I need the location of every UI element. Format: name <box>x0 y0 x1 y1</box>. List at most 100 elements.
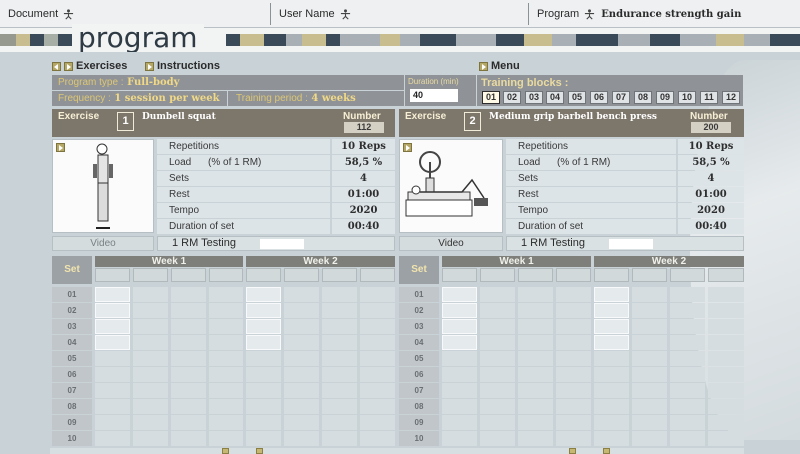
set-input-cell[interactable] <box>133 319 168 334</box>
set-input-cell[interactable] <box>708 399 744 414</box>
set-input-cell[interactable] <box>670 383 705 398</box>
set-input-cell[interactable] <box>670 303 705 318</box>
set-input-cell[interactable] <box>556 303 591 318</box>
block-button[interactable]: 06 <box>590 91 608 104</box>
set-input-cell[interactable] <box>442 303 477 318</box>
set-input-cell[interactable] <box>518 431 553 446</box>
block-button[interactable]: 12 <box>722 91 740 104</box>
set-input-cell[interactable] <box>209 287 243 302</box>
set-input-cell[interactable] <box>95 431 130 446</box>
set-input-cell[interactable] <box>480 367 515 382</box>
set-input-cell[interactable] <box>670 431 705 446</box>
set-input-cell[interactable] <box>284 367 319 382</box>
set-input-cell[interactable] <box>133 367 168 382</box>
set-input-cell[interactable] <box>632 399 667 414</box>
set-input-cell[interactable] <box>322 399 357 414</box>
set-input-cell[interactable] <box>95 399 130 414</box>
set-input-cell[interactable] <box>442 431 477 446</box>
set-input-cell[interactable] <box>556 383 591 398</box>
scroll-right-icon[interactable] <box>603 448 610 454</box>
block-button[interactable]: 11 <box>700 91 718 104</box>
set-input-cell[interactable] <box>95 319 130 334</box>
set-input-cell[interactable] <box>442 399 477 414</box>
set-input-cell[interactable] <box>594 351 629 366</box>
set-input-cell[interactable] <box>518 287 553 302</box>
set-input-cell[interactable] <box>594 303 629 318</box>
set-input-cell[interactable] <box>518 383 553 398</box>
set-input-cell[interactable] <box>209 415 243 430</box>
set-input-cell[interactable] <box>284 319 319 334</box>
set-input-cell[interactable] <box>708 367 744 382</box>
set-input-cell[interactable] <box>670 319 705 334</box>
set-input-cell[interactable] <box>708 431 744 446</box>
set-input-cell[interactable] <box>556 335 591 350</box>
set-input-cell[interactable] <box>708 319 744 334</box>
set-input-cell[interactable] <box>594 431 629 446</box>
set-input-cell[interactable] <box>284 415 319 430</box>
rm-testing-input[interactable] <box>260 239 304 249</box>
duration-input[interactable]: 40 <box>410 89 458 102</box>
block-button[interactable]: 09 <box>656 91 674 104</box>
set-input-cell[interactable] <box>360 319 395 334</box>
set-input-cell[interactable] <box>518 367 553 382</box>
set-input-cell[interactable] <box>518 399 553 414</box>
set-input-cell[interactable] <box>95 367 130 382</box>
set-input-cell[interactable] <box>209 319 243 334</box>
set-input-cell[interactable] <box>480 399 515 414</box>
block-button[interactable]: 07 <box>612 91 630 104</box>
set-input-cell[interactable] <box>480 431 515 446</box>
set-input-cell[interactable] <box>480 351 515 366</box>
set-input-cell[interactable] <box>171 431 206 446</box>
set-input-cell[interactable] <box>480 383 515 398</box>
set-input-cell[interactable] <box>594 367 629 382</box>
set-input-cell[interactable] <box>171 351 206 366</box>
arrow-left-icon[interactable] <box>52 61 61 71</box>
set-input-cell[interactable] <box>442 367 477 382</box>
scroll-left-icon[interactable] <box>222 448 229 454</box>
set-input-cell[interactable] <box>594 399 629 414</box>
set-input-cell[interactable] <box>171 415 206 430</box>
set-input-cell[interactable] <box>360 351 395 366</box>
set-input-cell[interactable] <box>360 287 395 302</box>
set-input-cell[interactable] <box>246 319 281 334</box>
set-input-cell[interactable] <box>594 383 629 398</box>
set-input-cell[interactable] <box>518 351 553 366</box>
set-input-cell[interactable] <box>95 415 130 430</box>
set-input-cell[interactable] <box>670 351 705 366</box>
video-button[interactable]: Video <box>399 236 503 251</box>
instructions-link[interactable]: Instructions <box>145 60 220 72</box>
set-input-cell[interactable] <box>518 335 553 350</box>
set-input-cell[interactable] <box>360 335 395 350</box>
set-input-cell[interactable] <box>518 415 553 430</box>
set-input-cell[interactable] <box>209 335 243 350</box>
block-button[interactable]: 10 <box>678 91 696 104</box>
set-input-cell[interactable] <box>556 399 591 414</box>
set-input-cell[interactable] <box>360 367 395 382</box>
set-input-cell[interactable] <box>133 303 168 318</box>
set-input-cell[interactable] <box>209 303 243 318</box>
menu-link[interactable]: Menu <box>479 60 520 72</box>
block-button[interactable]: 02 <box>503 91 521 104</box>
set-input-cell[interactable] <box>322 287 357 302</box>
set-input-cell[interactable] <box>209 367 243 382</box>
program-field[interactable]: Program Endurance strength gain <box>537 0 741 28</box>
set-input-cell[interactable] <box>171 399 206 414</box>
set-input-cell[interactable] <box>594 415 629 430</box>
set-input-cell[interactable] <box>171 319 206 334</box>
set-input-cell[interactable] <box>708 303 744 318</box>
set-input-cell[interactable] <box>322 367 357 382</box>
set-input-cell[interactable] <box>284 431 319 446</box>
set-input-cell[interactable] <box>708 383 744 398</box>
set-input-cell[interactable] <box>556 431 591 446</box>
set-input-cell[interactable] <box>360 399 395 414</box>
set-input-cell[interactable] <box>670 415 705 430</box>
set-input-cell[interactable] <box>480 335 515 350</box>
set-input-cell[interactable] <box>322 319 357 334</box>
set-input-cell[interactable] <box>284 335 319 350</box>
set-input-cell[interactable] <box>480 319 515 334</box>
set-input-cell[interactable] <box>518 319 553 334</box>
set-input-cell[interactable] <box>246 415 281 430</box>
set-input-cell[interactable] <box>632 319 667 334</box>
set-input-cell[interactable] <box>632 303 667 318</box>
set-input-cell[interactable] <box>322 383 357 398</box>
